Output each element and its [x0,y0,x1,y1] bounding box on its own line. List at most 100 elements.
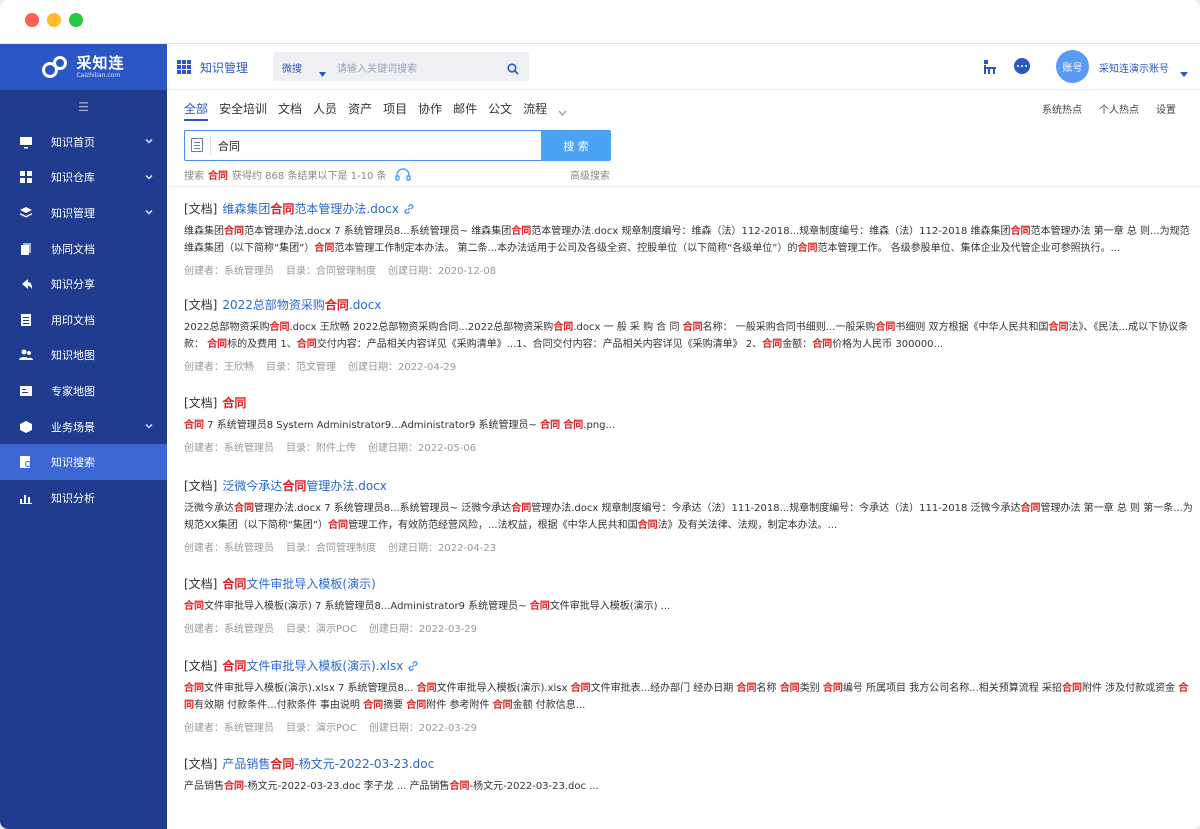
logo-subtitle: Caizhilian.com [76,71,121,79]
maximize-window-button[interactable] [69,13,83,27]
chevron-down-icon[interactable] [319,63,326,77]
text-segment: -杨文元-2022-03-23.doc ... [469,781,599,792]
keyword-highlight: 合同 [282,479,307,493]
result-meta-item: 创建日期：2020-12-08 [388,266,497,277]
search-result: [文档] 合同 合同 7 系统管理员8 System Administrator9.… [184,394,1194,454]
keyword-highlight: 合同 [1061,683,1082,694]
result-title-link[interactable]: 泛微今承达合同管理办法.docx [222,477,387,494]
search-result: [文档] 产品销售合同-杨文元-2022-03-23.doc 产品销售合同-杨文元-… [184,755,1194,795]
module-title[interactable]: 知识管理 [200,59,248,76]
text-segment: 泛微今承达 [222,479,283,493]
category-tab[interactable]: 安全培训 [219,100,267,121]
search-result: [文档] 合同文件审批导入模板(演示) 合同文件审批导入模板(演示) 7 系统管理员… [184,575,1194,635]
document-icon [191,138,203,152]
sidebar-item[interactable]: 知识搜索 [0,444,167,480]
text-segment: 2022总部物资采购 [222,298,325,312]
sidebar-item-label: 知识分享 [51,278,95,292]
sidebar-item-label: 知识管理 [51,206,95,220]
more-options-icon[interactable] [1014,58,1030,74]
text-segment: 7 系统管理员8 System Administrator9...Adminis… [204,420,541,431]
avatar[interactable]: 账号 [1056,50,1089,83]
text-segment: .docx [348,298,382,312]
keyword-highlight: 合同 [324,298,349,312]
result-title-link[interactable]: 产品销售合同-杨文元-2022-03-23.doc [222,755,434,772]
sidebar-item[interactable]: 业务场景 [0,409,167,445]
category-tab[interactable]: 协作 [418,100,442,121]
chevron-down-icon[interactable] [145,206,153,215]
sidebar-item[interactable]: 知识地图 [0,338,167,374]
text-segment: -杨文元-2022-03-23.doc 李子龙 ... 产品销售 [244,781,450,792]
chevron-down-icon[interactable] [145,420,153,429]
result-snippet: 合同 7 系统管理员8 System Administrator9...Admi… [184,417,1194,434]
text-segment: 有效期 付款条件...付款条件 事由说明 [194,700,364,711]
link-icon[interactable] [403,203,415,215]
apps-grid-icon[interactable] [177,60,191,74]
sidebar-item[interactable]: 协同文档 [0,231,167,267]
text-segment: 管理办法.docx 7 系统管理员8...系统管理员~ 泛微今承达 [254,503,512,514]
result-title: [文档] 合同文件审批导入模板(演示).xlsx [184,657,1194,674]
result-snippet: 合同文件审批导入模板(演示).xlsx 7 系统管理员8... 合同文件审批导入… [184,680,1194,714]
text-segment: 维森集团 [184,226,224,237]
account-name[interactable]: 采知连演示账号 [1099,60,1169,75]
chevron-down-icon[interactable] [145,135,153,144]
headset-icon[interactable] [394,167,411,182]
text-segment: 文件审批导入模板(演示) ... [549,601,671,612]
close-window-button[interactable] [25,13,39,27]
sidebar-item[interactable]: 用印文档 [0,302,167,338]
menu-collapse-icon[interactable]: ☰ [0,90,167,124]
sidebar-item[interactable]: 知识管理 [0,195,167,231]
result-title-link[interactable]: 2022总部物资采购合同.docx [222,296,381,313]
hotspot-link[interactable]: 设置 [1156,101,1176,116]
result-title-link[interactable]: 合同文件审批导入模板(演示) [222,575,375,592]
result-meta-item: 目录：演示POC [286,624,357,635]
category-tab[interactable]: 资产 [348,100,372,121]
sidebar-item[interactable]: 专家地图 [0,373,167,409]
hotspot-link[interactable]: 系统热点 [1042,101,1082,116]
search-button[interactable]: 搜 索 [541,130,611,161]
category-tab[interactable]: 全部 [184,100,209,121]
sidebar-item[interactable]: 知识仓库 [0,160,167,196]
search-type-select[interactable]: 微搜 [282,60,302,75]
category-tab[interactable]: 文档 [278,100,302,121]
advanced-search-link[interactable]: 高级搜索 [570,167,610,182]
text-segment: 名称 [756,683,780,694]
logo[interactable]: 采知连 Caizhilian.com [0,44,167,90]
result-snippet: 维森集团合同范本管理办法.docx 7 系统管理员8...系统管理员~ 维森集团… [184,223,1194,257]
result-title-link[interactable]: 合同文件审批导入模板(演示).xlsx [222,657,403,674]
global-search-input[interactable]: 请输入关键词搜索 [337,60,417,75]
keyword-highlight: 合同 [492,700,513,711]
search-result: [文档] 泛微今承达合同管理办法.docx 泛微今承达合同管理办法.docx 7 系… [184,477,1194,554]
result-title: [文档] 合同文件审批导入模板(演示) [184,575,1194,592]
sidebar-item[interactable]: 知识首页 [0,124,167,160]
chevron-down-icon[interactable] [558,105,567,116]
result-title-link[interactable]: 维森集团合同范本管理办法.docx [222,200,399,217]
category-tab[interactable]: 流程 [523,100,547,121]
keyword-highlight: 合同 [553,322,574,333]
result-title-link[interactable]: 合同 [222,394,246,411]
org-chart-icon[interactable] [983,59,997,74]
layers-icon [18,205,34,221]
account-chevron-down-icon[interactable] [1180,63,1188,77]
result-meta-item: 创建者：系统管理员 [184,443,274,454]
top-header: 知识管理 微搜 请输入关键词搜索 账号 采知连演示账号 [167,44,1200,90]
result-title: [文档] 产品销售合同-杨文元-2022-03-23.doc [184,755,1194,772]
category-tab[interactable]: 人员 [313,100,337,121]
keyword-search-field[interactable]: 合同 [184,130,560,161]
sidebar-item-label: 知识仓库 [51,171,95,185]
result-meta-item: 创建者：系统管理员 [184,624,274,635]
category-tab[interactable]: 项目 [383,100,407,121]
hotspot-links: 系统热点 个人热点 设置 [1025,101,1176,116]
text-segment: 书细则 双方根据《中华人民共和国 [895,322,1049,333]
global-search-box[interactable]: 微搜 请输入关键词搜索 [273,52,529,81]
sidebar-item[interactable]: 知识分享 [0,266,167,302]
category-tab[interactable]: 邮件 [453,100,477,121]
minimize-window-button[interactable] [47,13,61,27]
category-tab[interactable]: 公文 [488,100,512,121]
search-icon[interactable] [507,60,519,75]
hotspot-link[interactable]: 个人热点 [1099,101,1139,116]
link-icon[interactable] [407,660,419,672]
chevron-down-icon[interactable] [145,171,153,180]
card-icon [18,383,34,399]
keyword-input[interactable]: 合同 [218,138,240,154]
sidebar-item[interactable]: 知识分析 [0,480,167,516]
